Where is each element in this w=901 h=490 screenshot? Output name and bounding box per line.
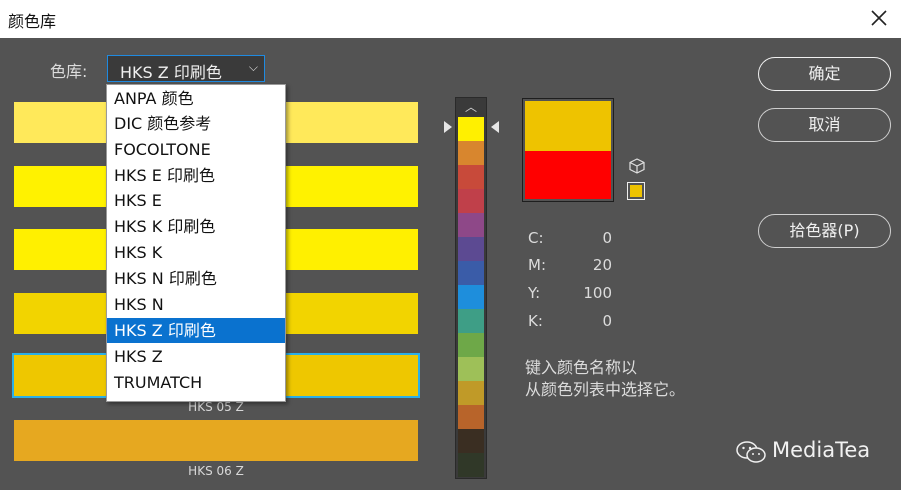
title-bar: 颜色库 xyxy=(0,0,901,38)
spectrum-marker-left-icon[interactable] xyxy=(444,121,452,133)
dropdown-option[interactable]: HKS N 印刷色 xyxy=(107,266,285,291)
window-title: 颜色库 xyxy=(8,12,57,31)
chevron-down-icon: ⌵ xyxy=(248,60,258,74)
cmyk-key: Y: xyxy=(528,284,541,302)
dropdown-option-active[interactable]: HKS Z 印刷色 xyxy=(107,318,285,343)
dropdown-option[interactable]: FOCOLTONE xyxy=(107,137,285,162)
cmyk-value: 100 xyxy=(583,284,612,302)
spectrum-segment[interactable] xyxy=(458,165,484,189)
color-preview xyxy=(522,98,614,202)
spectrum-segment[interactable] xyxy=(458,213,484,237)
ok-button[interactable]: 确定 xyxy=(758,57,891,91)
spectrum-segment[interactable] xyxy=(458,381,484,405)
dropdown-option[interactable]: ANPA 颜色 xyxy=(107,86,285,111)
cmyk-key: C: xyxy=(528,229,544,247)
color-picker-button[interactable]: 拾色器(P) xyxy=(758,214,891,248)
spectrum-marker-right-icon[interactable] xyxy=(491,121,499,133)
watermark-text: MediaTea xyxy=(772,438,871,462)
swatch-label: HKS 05 Z xyxy=(188,400,244,414)
cmyk-key: M: xyxy=(528,256,546,274)
chevron-up-icon[interactable]: ︿ xyxy=(456,98,486,116)
color-spectrum-slider[interactable]: ︿ ﹀ xyxy=(455,97,487,479)
wechat-icon xyxy=(735,440,767,464)
library-label: 色库: xyxy=(50,62,88,81)
cube-icon[interactable] xyxy=(628,157,646,175)
dropdown-option[interactable]: HKS N xyxy=(107,292,285,317)
close-icon[interactable] xyxy=(865,4,893,32)
dropdown-option[interactable]: TRUMATCH xyxy=(107,370,285,395)
dropdown-option[interactable]: HKS K xyxy=(107,240,285,265)
hint-line-1: 键入颜色名称以 xyxy=(525,358,638,377)
dropdown-option[interactable]: HKS Z xyxy=(107,344,285,369)
cmyk-value: 0 xyxy=(602,312,612,330)
spectrum-segment[interactable] xyxy=(458,237,484,261)
cmyk-value: 0 xyxy=(602,229,612,247)
cancel-button[interactable]: 取消 xyxy=(758,108,891,142)
spectrum-segment[interactable] xyxy=(458,141,484,165)
spectrum-segment[interactable] xyxy=(458,189,484,213)
cmyk-value: 20 xyxy=(592,256,612,274)
original-color-preview[interactable] xyxy=(525,151,611,199)
web-safe-color xyxy=(630,185,642,197)
swatch-label: HKS 06 Z xyxy=(188,464,244,478)
swatch-item[interactable] xyxy=(14,420,418,461)
spectrum-segment[interactable] xyxy=(458,333,484,357)
library-dropdown: ANPA 颜色 DIC 颜色参考 FOCOLTONE HKS E 印刷色 HKS… xyxy=(106,84,286,402)
web-safe-swatch[interactable] xyxy=(627,182,645,200)
spectrum-segment[interactable] xyxy=(458,429,484,453)
dropdown-option[interactable]: DIC 颜色参考 xyxy=(107,111,285,136)
new-color-preview xyxy=(525,101,611,151)
cmyk-key: K: xyxy=(528,312,543,330)
library-selected-value: HKS Z 印刷色 xyxy=(120,63,222,82)
dropdown-option[interactable]: HKS E xyxy=(107,188,285,213)
spectrum-segment[interactable] xyxy=(458,453,484,477)
spectrum-segment[interactable] xyxy=(458,261,484,285)
spectrum-segment[interactable] xyxy=(458,309,484,333)
hint-line-2: 从颜色列表中选择它。 xyxy=(525,380,686,399)
dropdown-option[interactable]: HKS E 印刷色 xyxy=(107,163,285,188)
dropdown-option[interactable]: HKS K 印刷色 xyxy=(107,214,285,239)
spectrum-segment[interactable] xyxy=(458,405,484,429)
spectrum-segment[interactable] xyxy=(458,117,484,141)
library-select[interactable]: HKS Z 印刷色 ⌵ xyxy=(107,55,265,82)
spectrum-segment[interactable] xyxy=(458,285,484,309)
spectrum-segment[interactable] xyxy=(458,357,484,381)
